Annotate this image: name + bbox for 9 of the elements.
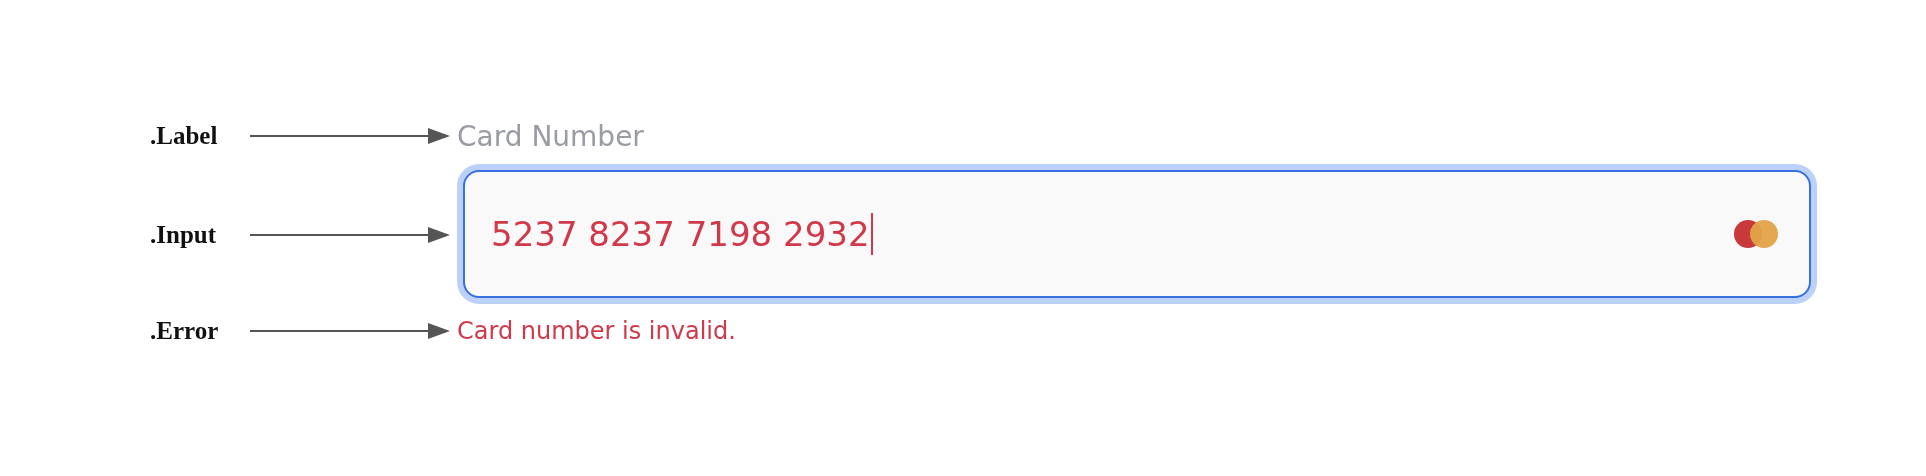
annotation-label: .Error — [150, 317, 220, 345]
annotation-label: .Input — [150, 221, 217, 249]
annotation-label: .Label — [150, 122, 219, 150]
field-label: Card Number — [457, 119, 645, 153]
card-brand-icon — [1733, 219, 1779, 249]
text-cursor — [870, 213, 873, 255]
error-message: Card number is invalid. — [457, 317, 737, 345]
card-number-field[interactable]: 5237 8237 7198 2932 — [457, 164, 1817, 304]
input-value: 5237 8237 7198 2932 — [491, 214, 870, 254]
